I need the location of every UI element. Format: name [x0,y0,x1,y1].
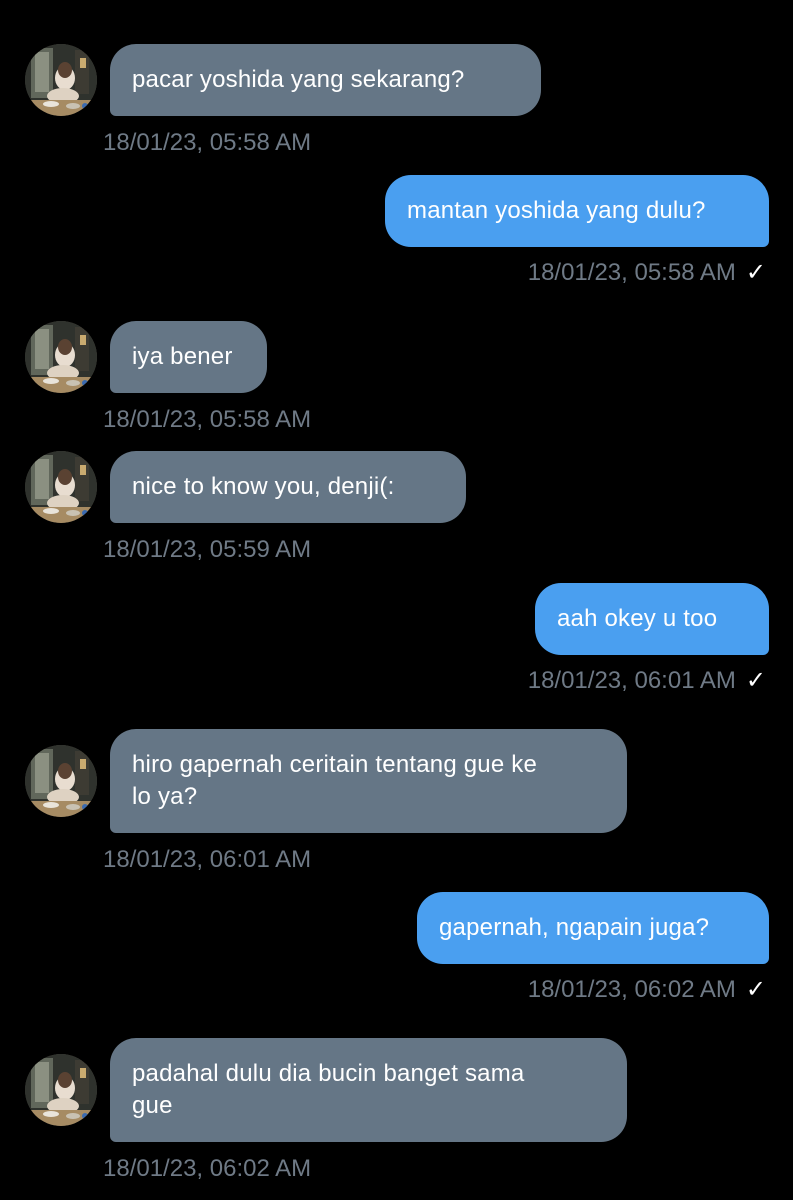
message-bubble-incoming[interactable]: nice to know you, denji(: [110,451,466,523]
message-bubble-outgoing[interactable]: mantan yoshida yang dulu? [385,175,769,247]
message-bubble-incoming[interactable]: iya bener [110,321,267,393]
message-timestamp: 18/01/23, 05:58 AM [103,406,312,433]
message-bubble-outgoing[interactable]: aah okey u too [535,583,769,655]
message-bubble-outgoing[interactable]: gapernah, ngapain juga? [417,892,769,964]
check-icon: ✓ [745,259,766,286]
contact-avatar[interactable] [25,44,97,116]
timestamp-text: 18/01/23, 05:58 AM [527,259,736,286]
message-timestamp: 18/01/23, 06:01 AM [103,846,312,873]
message-timestamp: 18/01/23, 05:58 AM [103,129,312,156]
message-timestamp: 18/01/23, 05:58 AM ✓ [528,258,766,288]
check-icon: ✓ [745,976,766,1003]
chat-thread: pacar yoshida yang sekarang? 18/01/23, 0… [0,0,793,1200]
message-bubble-incoming[interactable]: padahal dulu dia bucin banget sama gue [110,1038,627,1142]
message-bubble-incoming[interactable]: pacar yoshida yang sekarang? [110,44,541,116]
message-timestamp: 18/01/23, 06:02 AM ✓ [528,975,766,1005]
check-icon: ✓ [745,667,766,694]
timestamp-text: 18/01/23, 06:01 AM [527,667,736,694]
contact-avatar[interactable] [25,451,97,523]
contact-avatar[interactable] [25,745,97,817]
timestamp-text: 18/01/23, 06:02 AM [527,976,736,1003]
contact-avatar[interactable] [25,1054,97,1126]
message-timestamp: 18/01/23, 06:01 AM ✓ [528,666,766,696]
message-timestamp: 18/01/23, 06:02 AM [103,1155,312,1182]
contact-avatar[interactable] [25,321,97,393]
message-bubble-incoming[interactable]: hiro gapernah ceritain tentang gue ke lo… [110,729,627,833]
message-timestamp: 18/01/23, 05:59 AM [103,536,312,563]
